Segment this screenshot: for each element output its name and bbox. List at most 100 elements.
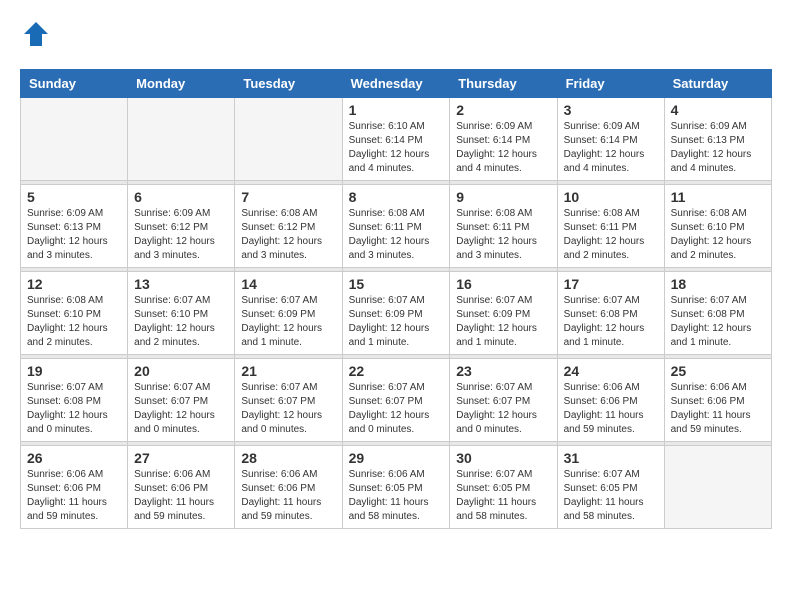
header-friday: Friday [557,70,664,98]
day-info: Sunrise: 6:08 AM Sunset: 6:12 PM Dayligh… [241,207,335,263]
calendar-cell: 5 Sunrise: 6:09 AM Sunset: 6:13 PM Daylig… [21,185,128,268]
day-info: Sunrise: 6:06 AM Sunset: 6:06 PM Dayligh… [241,468,335,524]
day-number: 4 [671,102,765,118]
calendar-cell: 18Sunrise: 6:07 AM Sunset: 6:08 PM Dayli… [664,272,771,355]
calendar-cell: 24 Sunrise: 6:06 AM Sunset: 6:06 PM Dayli… [557,359,664,442]
day-number: 9 [456,189,550,205]
calendar-header-row: Sunday Monday Tuesday Wednesday Thursday… [21,70,772,98]
day-number: 20 [134,363,228,379]
day-number: 12 [27,276,121,292]
calendar-cell: 26 Sunrise: 6:06 AM Sunset: 6:06 PM Dayli… [21,446,128,529]
day-info: Sunrise: 6:08 AM Sunset: 6:10 PM Dayligh… [671,207,765,263]
day-number: 30 [456,450,550,466]
day-info: Sunrise: 6:07 AM Sunset: 6:09 PM Dayligh… [349,294,444,350]
day-number: 19 [27,363,121,379]
calendar-cell: 11 Sunrise: 6:08 AM Sunset: 6:10 PM Dayli… [664,185,771,268]
day-info: Sunrise: 6:06 AM Sunset: 6:06 PM Dayligh… [564,381,658,437]
calendar-cell: 6 Sunrise: 6:09 AM Sunset: 6:12 PM Daylig… [128,185,235,268]
calendar-cell [664,446,771,529]
day-number: 28 [241,450,335,466]
calendar-cell: 7 Sunrise: 6:08 AM Sunset: 6:12 PM Daylig… [235,185,342,268]
day-number: 1 [349,102,444,118]
calendar-cell: 22 Sunrise: 6:07 AM Sunset: 6:07 PM Dayli… [342,359,450,442]
day-number: 10 [564,189,658,205]
day-number: 3 [564,102,658,118]
day-info: Sunrise: 6:07 AM Sunset: 6:07 PM Dayligh… [134,381,228,437]
day-info: Sunrise: 6:07 AM Sunset: 6:08 PM Dayligh… [671,294,765,350]
calendar-cell: 16Sunrise: 6:07 AM Sunset: 6:09 PM Dayli… [450,272,557,355]
day-info: Sunrise: 6:06 AM Sunset: 6:06 PM Dayligh… [671,381,765,437]
day-info: Sunrise: 6:08 AM Sunset: 6:10 PM Dayligh… [27,294,121,350]
day-info: Sunrise: 6:07 AM Sunset: 6:05 PM Dayligh… [564,468,658,524]
calendar-week-row: 26 Sunrise: 6:06 AM Sunset: 6:06 PM Dayli… [21,446,772,529]
calendar-cell: 4 Sunrise: 6:09 AM Sunset: 6:13 PM Daylig… [664,98,771,181]
calendar-cell: 17Sunrise: 6:07 AM Sunset: 6:08 PM Dayli… [557,272,664,355]
day-info: Sunrise: 6:07 AM Sunset: 6:10 PM Dayligh… [134,294,228,350]
calendar-cell: 21Sunrise: 6:07 AM Sunset: 6:07 PM Dayli… [235,359,342,442]
logo-icon [22,20,50,48]
calendar-cell: 13 Sunrise: 6:07 AM Sunset: 6:10 PM Dayli… [128,272,235,355]
calendar-cell: 3 Sunrise: 6:09 AM Sunset: 6:14 PM Daylig… [557,98,664,181]
calendar-cell: 9Sunrise: 6:08 AM Sunset: 6:11 PM Daylig… [450,185,557,268]
day-info: Sunrise: 6:06 AM Sunset: 6:06 PM Dayligh… [27,468,121,524]
calendar-cell: 20 Sunrise: 6:07 AM Sunset: 6:07 PM Dayli… [128,359,235,442]
day-number: 25 [671,363,765,379]
calendar-week-row: 5 Sunrise: 6:09 AM Sunset: 6:13 PM Daylig… [21,185,772,268]
day-number: 23 [456,363,550,379]
day-number: 7 [241,189,335,205]
day-info: Sunrise: 6:06 AM Sunset: 6:06 PM Dayligh… [134,468,228,524]
calendar-cell: 1 Sunrise: 6:10 AM Sunset: 6:14 PM Daylig… [342,98,450,181]
logo [20,20,50,53]
day-info: Sunrise: 6:09 AM Sunset: 6:13 PM Dayligh… [671,120,765,176]
day-info: Sunrise: 6:10 AM Sunset: 6:14 PM Dayligh… [349,120,444,176]
day-info: Sunrise: 6:07 AM Sunset: 6:07 PM Dayligh… [456,381,550,437]
day-info: Sunrise: 6:09 AM Sunset: 6:13 PM Dayligh… [27,207,121,263]
day-info: Sunrise: 6:09 AM Sunset: 6:14 PM Dayligh… [564,120,658,176]
day-number: 15 [349,276,444,292]
day-number: 21 [241,363,335,379]
calendar-cell: 29 Sunrise: 6:06 AM Sunset: 6:05 PM Dayli… [342,446,450,529]
day-number: 13 [134,276,228,292]
day-number: 24 [564,363,658,379]
day-number: 22 [349,363,444,379]
calendar-cell [128,98,235,181]
day-info: Sunrise: 6:07 AM Sunset: 6:07 PM Dayligh… [349,381,444,437]
calendar-cell: 28 Sunrise: 6:06 AM Sunset: 6:06 PM Dayli… [235,446,342,529]
day-number: 11 [671,189,765,205]
calendar-cell [235,98,342,181]
day-number: 27 [134,450,228,466]
day-number: 6 [134,189,228,205]
day-info: Sunrise: 6:07 AM Sunset: 6:09 PM Dayligh… [456,294,550,350]
day-number: 2 [456,102,550,118]
calendar-cell: 14Sunrise: 6:07 AM Sunset: 6:09 PM Dayli… [235,272,342,355]
header-wednesday: Wednesday [342,70,450,98]
day-info: Sunrise: 6:09 AM Sunset: 6:12 PM Dayligh… [134,207,228,263]
calendar-cell: 19Sunrise: 6:07 AM Sunset: 6:08 PM Dayli… [21,359,128,442]
day-number: 26 [27,450,121,466]
logo-text [20,20,50,53]
calendar-cell: 8Sunrise: 6:08 AM Sunset: 6:11 PM Daylig… [342,185,450,268]
day-info: Sunrise: 6:06 AM Sunset: 6:05 PM Dayligh… [349,468,444,524]
calendar-week-row: 12 Sunrise: 6:08 AM Sunset: 6:10 PM Dayli… [21,272,772,355]
calendar-week-row: 19Sunrise: 6:07 AM Sunset: 6:08 PM Dayli… [21,359,772,442]
page-header [20,20,772,53]
calendar-table: Sunday Monday Tuesday Wednesday Thursday… [20,69,772,529]
header-sunday: Sunday [21,70,128,98]
day-info: Sunrise: 6:08 AM Sunset: 6:11 PM Dayligh… [564,207,658,263]
calendar-cell: 30 Sunrise: 6:07 AM Sunset: 6:05 PM Dayli… [450,446,557,529]
day-info: Sunrise: 6:09 AM Sunset: 6:14 PM Dayligh… [456,120,550,176]
header-tuesday: Tuesday [235,70,342,98]
calendar-cell: 15 Sunrise: 6:07 AM Sunset: 6:09 PM Dayli… [342,272,450,355]
header-thursday: Thursday [450,70,557,98]
day-number: 5 [27,189,121,205]
day-info: Sunrise: 6:07 AM Sunset: 6:08 PM Dayligh… [564,294,658,350]
day-number: 29 [349,450,444,466]
day-info: Sunrise: 6:07 AM Sunset: 6:09 PM Dayligh… [241,294,335,350]
calendar-cell: 25 Sunrise: 6:06 AM Sunset: 6:06 PM Dayli… [664,359,771,442]
header-saturday: Saturday [664,70,771,98]
calendar-cell: 2 Sunrise: 6:09 AM Sunset: 6:14 PM Daylig… [450,98,557,181]
day-info: Sunrise: 6:08 AM Sunset: 6:11 PM Dayligh… [349,207,444,263]
day-number: 31 [564,450,658,466]
day-info: Sunrise: 6:07 AM Sunset: 6:05 PM Dayligh… [456,468,550,524]
calendar-cell: 23 Sunrise: 6:07 AM Sunset: 6:07 PM Dayli… [450,359,557,442]
